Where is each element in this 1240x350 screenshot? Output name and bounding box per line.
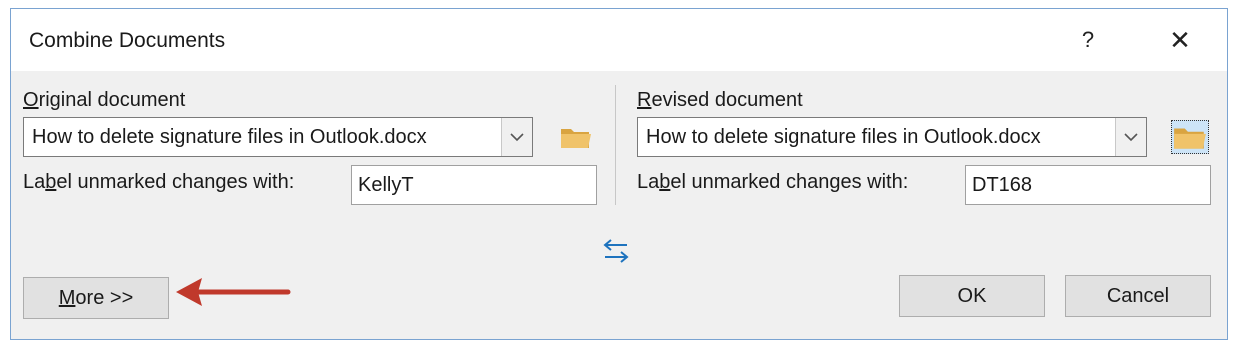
panel-divider — [615, 85, 616, 205]
folder-open-icon[interactable] — [1171, 120, 1209, 154]
swap-icon[interactable] — [601, 237, 631, 265]
original-document-value: How to delete signature files in Outlook… — [32, 126, 427, 148]
revised-label-caption: Label unmarked changes with: — [637, 171, 909, 193]
revised-label-input[interactable] — [972, 174, 1192, 197]
chevron-down-icon[interactable] — [501, 118, 532, 156]
red-arrow-annotation-icon — [172, 272, 292, 317]
chevron-down-icon[interactable] — [1115, 118, 1146, 156]
close-button[interactable]: ✕ — [1157, 19, 1203, 61]
dialog-title: Combine Documents — [29, 29, 226, 52]
folder-open-icon[interactable] — [559, 122, 593, 152]
revised-document-combobox[interactable]: How to delete signature files in Outlook… — [637, 117, 1147, 157]
cancel-button[interactable]: Cancel — [1065, 275, 1211, 317]
original-label-input[interactable] — [358, 174, 578, 197]
original-document-combobox[interactable]: How to delete signature files in Outlook… — [23, 117, 533, 157]
help-button[interactable]: ? — [1065, 19, 1111, 61]
title-bar: Combine Documents ? ✕ — [11, 9, 1227, 71]
more-button[interactable]: More >> — [23, 277, 169, 319]
original-label-field[interactable] — [351, 165, 597, 205]
revised-label-field[interactable] — [965, 165, 1211, 205]
revised-document-heading: Revised document — [637, 89, 803, 111]
revised-document-value: How to delete signature files in Outlook… — [646, 126, 1041, 148]
original-document-heading: Original document — [23, 89, 186, 111]
ok-button[interactable]: OK — [899, 275, 1045, 317]
original-label-caption: Label unmarked changes with: — [23, 171, 295, 193]
